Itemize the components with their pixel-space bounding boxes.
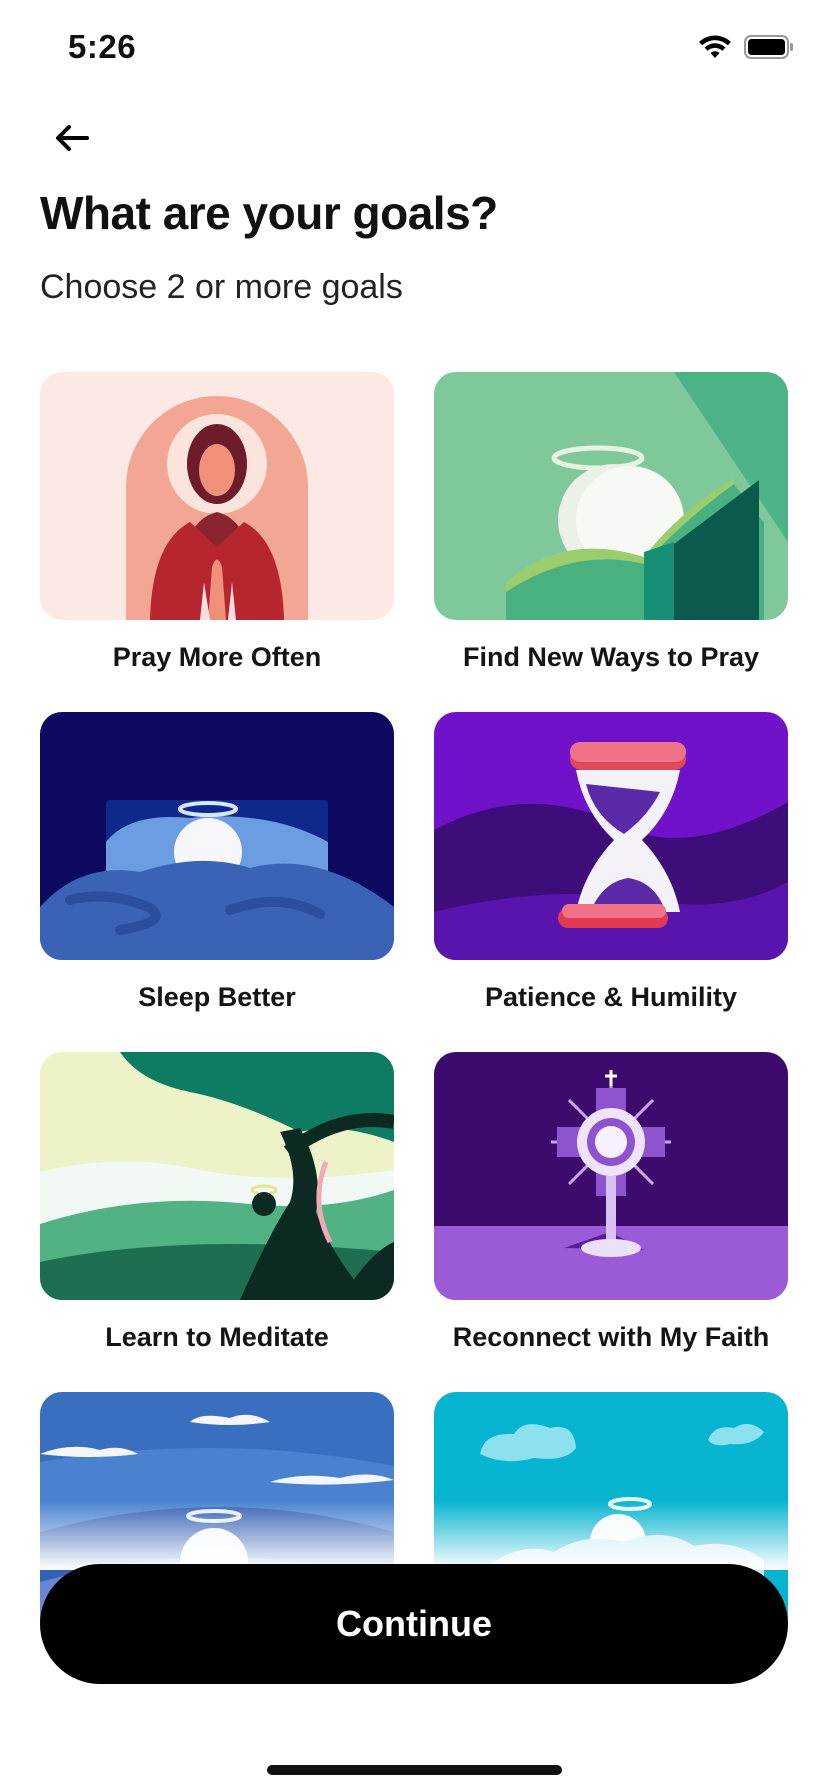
goal-label: Learn to Meditate — [105, 1322, 329, 1352]
status-time: 5:26 — [68, 28, 137, 65]
halo-over-hills-illustration — [434, 372, 788, 620]
arrow-left-icon — [55, 124, 89, 156]
goal-label: Reconnect with My Faith — [452, 1322, 770, 1352]
goal-card-learn-to-meditate[interactable]: Learn to Meditate — [40, 1052, 394, 1353]
goal-label: Sleep Better — [138, 982, 296, 1012]
home-indicator — [267, 1765, 562, 1775]
monstrance-illustration — [434, 1052, 788, 1300]
bottom-fade — [0, 1500, 828, 1570]
goal-card-pray-more-often[interactable]: Pray More Often — [40, 372, 394, 673]
status-bar: 5:26 — [0, 0, 828, 100]
continue-button[interactable]: Continue — [40, 1564, 788, 1684]
halo-in-bed-illustration — [40, 712, 394, 960]
goal-card-find-new-ways[interactable]: Find New Ways to Pray — [434, 372, 788, 673]
page-title: What are your goals? — [40, 187, 498, 239]
wifi-icon — [698, 34, 732, 65]
tree-landscape-illustration — [40, 1052, 394, 1300]
battery-icon — [744, 35, 794, 64]
goal-label: Find New Ways to Pray — [462, 642, 760, 672]
goal-card-sleep-better[interactable]: Sleep Better — [40, 712, 394, 1013]
goal-card-reconnect-faith[interactable]: Reconnect with My Faith — [434, 1052, 788, 1353]
praying-figure-illustration — [40, 372, 394, 620]
hourglass-illustration — [434, 712, 788, 960]
status-icons — [698, 34, 794, 65]
back-button[interactable] — [50, 118, 94, 162]
goal-card-patience-humility[interactable]: Patience & Humility — [434, 712, 788, 1013]
page-subtitle: Choose 2 or more goals — [40, 268, 403, 306]
goal-label: Pray More Often — [112, 642, 322, 672]
goal-label: Patience & Humility — [484, 982, 738, 1012]
